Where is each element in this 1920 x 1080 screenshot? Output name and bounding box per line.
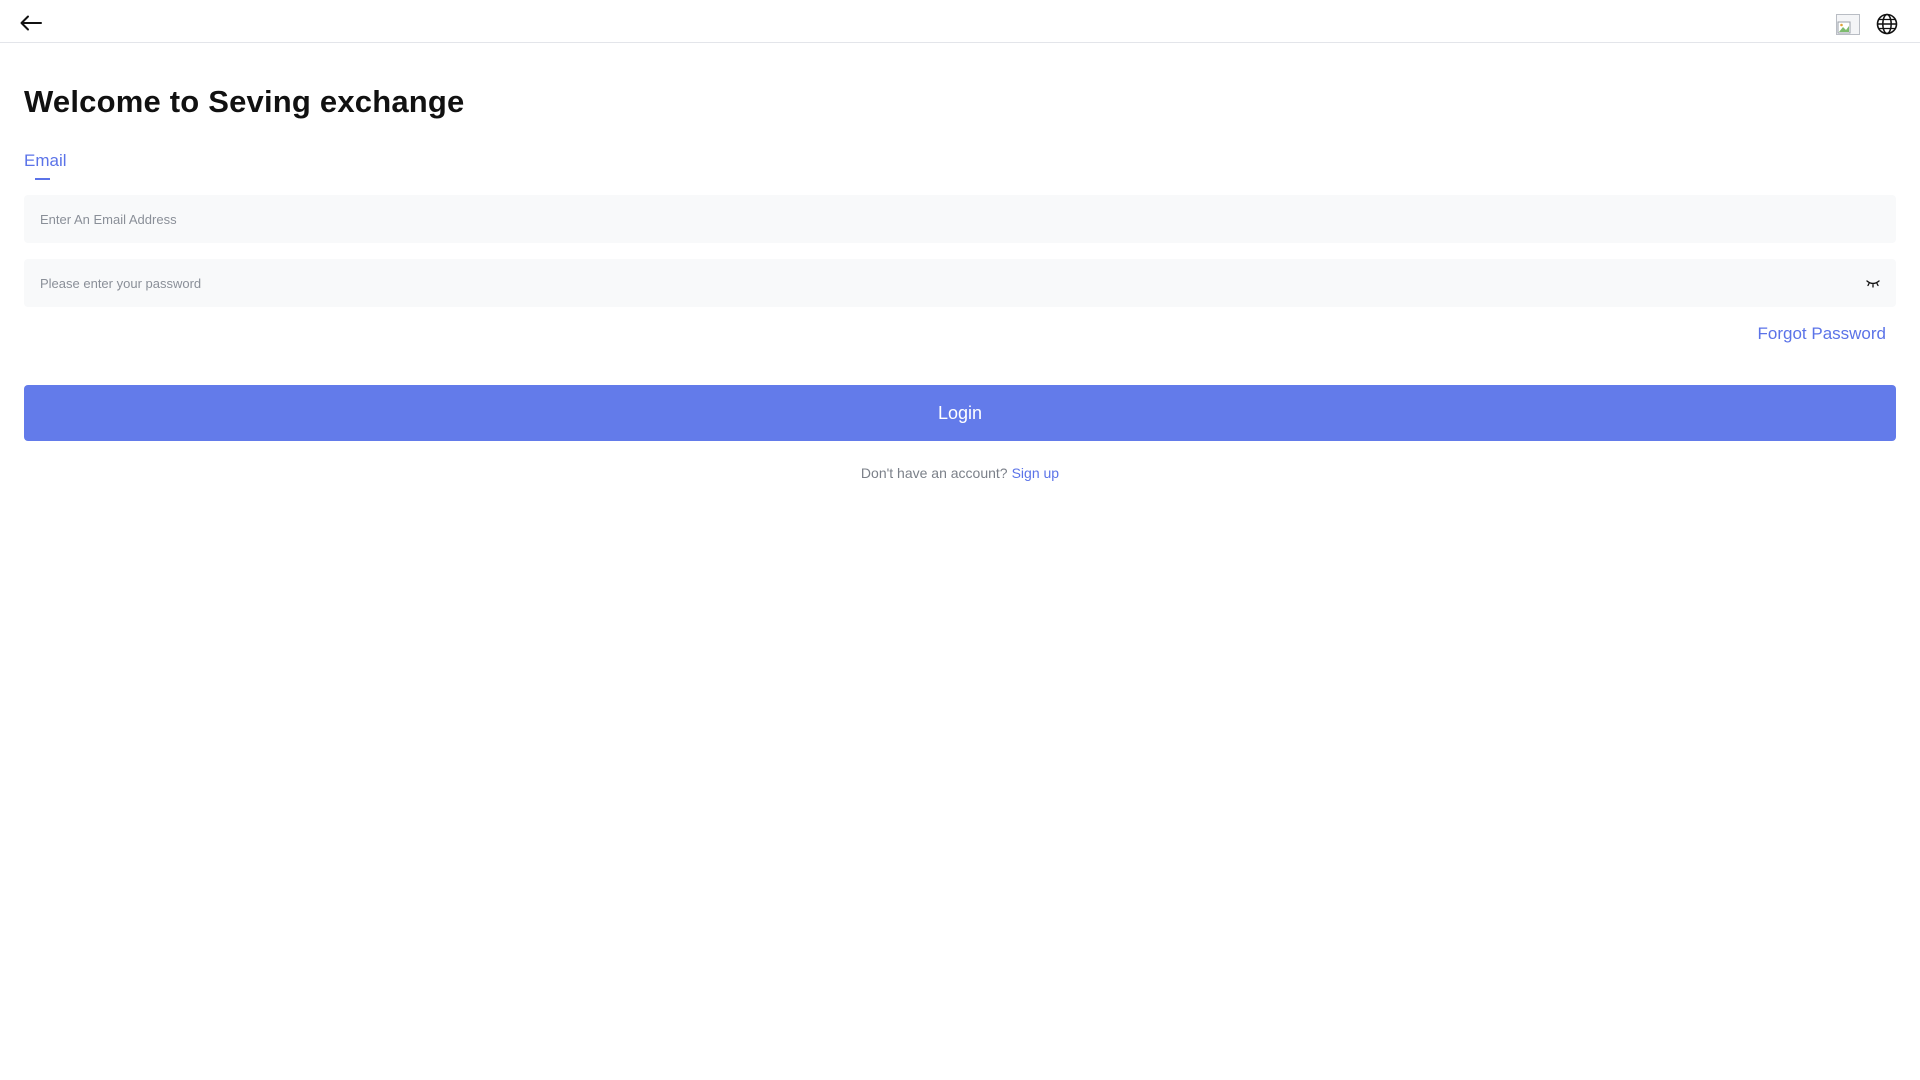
forgot-password-link[interactable]: Forgot Password	[1758, 324, 1887, 344]
language-button[interactable]	[1875, 12, 1899, 36]
arrow-left-icon	[20, 15, 42, 31]
language-flag-button[interactable]	[1836, 14, 1860, 35]
top-bar	[0, 0, 1920, 43]
login-button[interactable]: Login	[24, 385, 1896, 441]
globe-icon	[1876, 13, 1898, 35]
toggle-password-visibility-button[interactable]	[1864, 275, 1882, 291]
signup-link[interactable]: Sign up	[1012, 465, 1059, 481]
signup-row: Don't have an account? Sign up	[0, 465, 1920, 481]
eye-closed-icon	[1866, 280, 1880, 288]
tab-active-indicator	[35, 178, 50, 180]
broken-image-icon	[1837, 21, 1851, 34]
page-title: Welcome to Seving exchange	[24, 84, 465, 119]
signup-prompt: Don't have an account?	[860, 465, 1008, 481]
email-field-container	[24, 195, 1896, 243]
password-field[interactable]	[24, 259, 1896, 307]
email-field[interactable]	[24, 195, 1896, 243]
tab-email[interactable]: Email	[24, 151, 67, 171]
back-button[interactable]	[16, 10, 46, 36]
password-field-container	[24, 259, 1896, 307]
